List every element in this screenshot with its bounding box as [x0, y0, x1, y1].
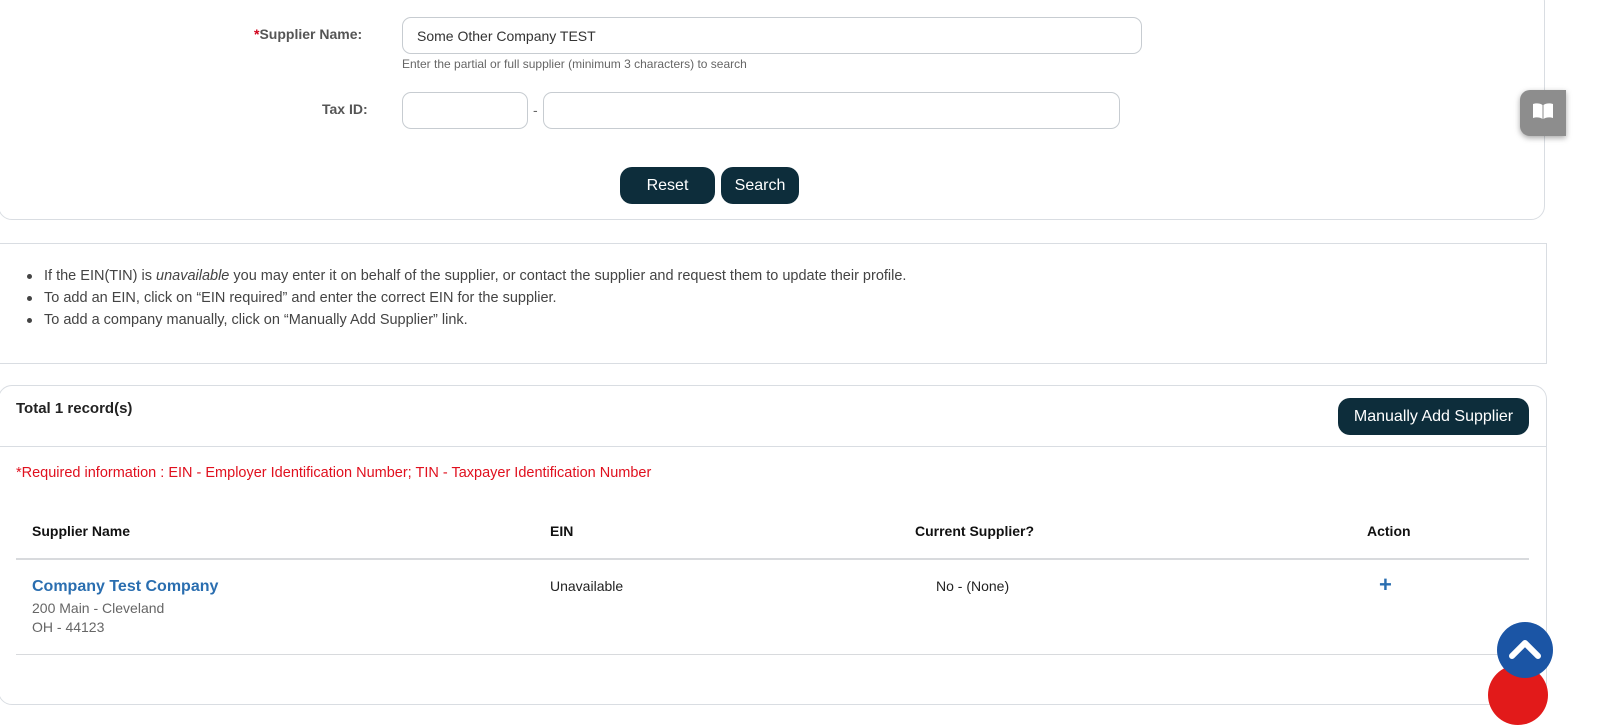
current-supplier-value: No - (None): [936, 578, 1010, 594]
column-header-current-supplier[interactable]: Current Supplier?: [915, 523, 1034, 539]
table-header-divider: [16, 558, 1529, 560]
manually-add-supplier-button[interactable]: Manually Add Supplier: [1338, 398, 1529, 435]
plus-icon[interactable]: +: [1379, 572, 1392, 598]
reset-button[interactable]: Reset: [620, 167, 715, 204]
supplier-name-hint: Enter the partial or full supplier (mini…: [402, 57, 747, 71]
total-records: Total 1 record(s): [16, 400, 133, 417]
supplier-name-label: *Supplier Name:: [254, 26, 362, 42]
required-info-note: *Required information : EIN - Employer I…: [16, 465, 652, 481]
info-list: If the EIN(TIN) is unavailable you may e…: [26, 265, 907, 331]
column-header-action: Action: [1367, 523, 1411, 539]
info-line1-suffix: you may enter it on behalf of the suppli…: [229, 268, 907, 284]
book-icon: [1532, 102, 1554, 125]
tax-id-separator: -: [533, 102, 538, 118]
supplier-name-link[interactable]: Company Test Company: [32, 578, 218, 596]
supplier-address-line2: OH - 44123: [32, 619, 105, 635]
side-help-tab[interactable]: [1520, 90, 1566, 136]
scroll-to-top-button[interactable]: [1497, 622, 1553, 678]
results-panel: [0, 385, 1547, 705]
supplier-address-line1: 200 Main - Cleveland: [32, 600, 165, 616]
chevron-up-icon: [1508, 637, 1542, 664]
supplier-name-label-text: Supplier Name:: [259, 26, 363, 42]
supplier-name-input[interactable]: [402, 17, 1142, 54]
tax-id-prefix-input[interactable]: [402, 92, 528, 129]
info-item-unavailable: If the EIN(TIN) is unavailable you may e…: [26, 265, 907, 287]
supplier-ein-value: Unavailable: [550, 578, 624, 594]
info-line1-emphasis: unavailable: [156, 268, 230, 284]
column-header-ein[interactable]: EIN: [550, 523, 573, 539]
tax-id-label: Tax ID:: [322, 101, 368, 117]
tax-id-suffix-input[interactable]: [543, 92, 1120, 129]
info-item-add-ein: To add an EIN, click on “EIN required” a…: [26, 287, 906, 309]
info-line1-prefix: If the EIN(TIN) is: [44, 268, 156, 284]
table-row-divider: [16, 654, 1529, 655]
info-item-add-manually: To add a company manually, click on “Man…: [26, 309, 906, 331]
search-button[interactable]: Search: [721, 167, 799, 204]
results-header-divider: [0, 446, 1546, 447]
column-header-supplier-name[interactable]: Supplier Name: [32, 523, 130, 539]
